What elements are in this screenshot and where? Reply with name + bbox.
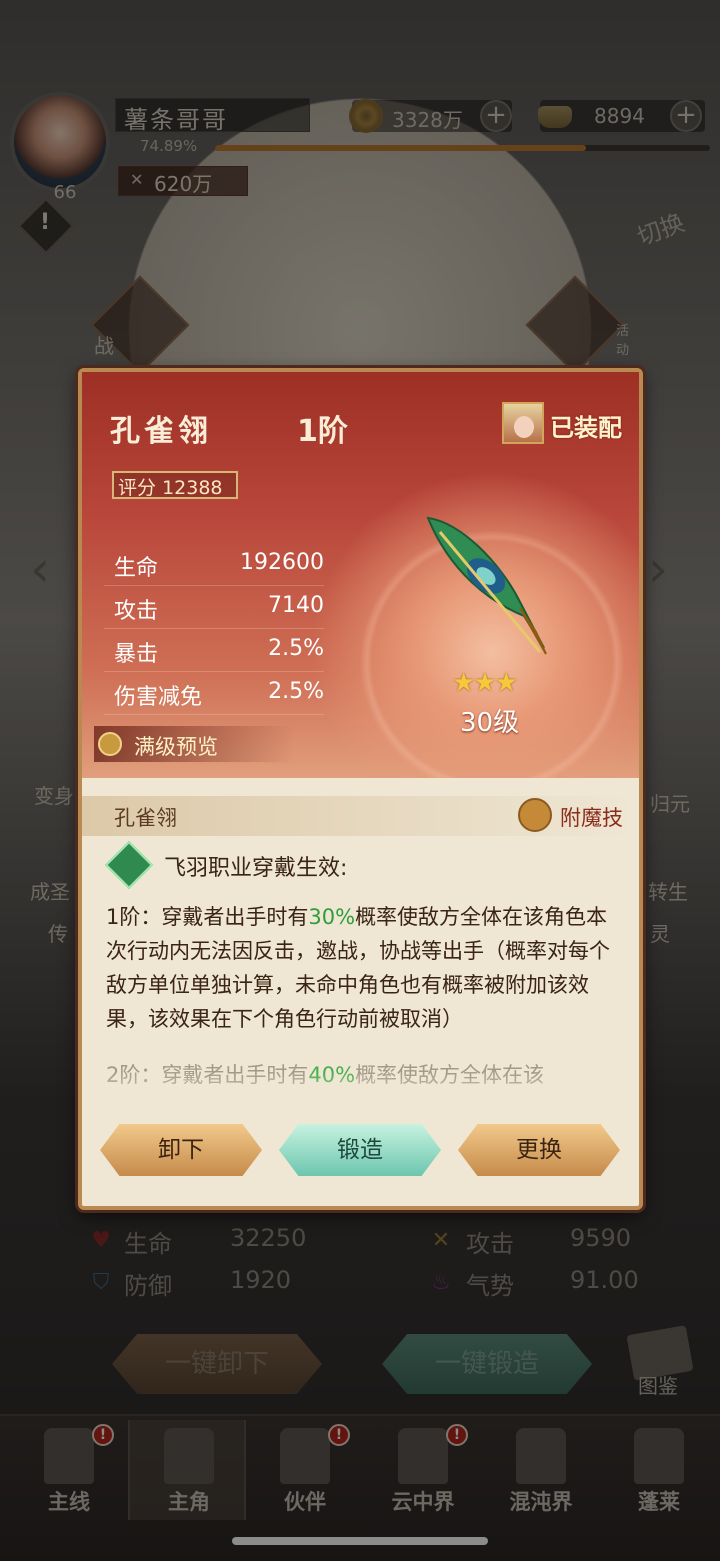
equipped-status: 已装配 (550, 414, 622, 442)
stat-value: 192600 (240, 550, 324, 575)
unequip-button[interactable]: 卸下 (100, 1124, 262, 1176)
max-level-preview-label[interactable]: 满级预览 (134, 731, 218, 761)
skill-rank1-text: 1阶：穿戴者出手时有30%概率使敌方全体在该角色本次行动内无法因反击，邀战，协战… (106, 900, 626, 1036)
skill-rank1-percent: 30% (308, 905, 356, 929)
star-rating: ★★★ (452, 668, 518, 698)
item-level: 30级 (460, 708, 520, 738)
stat-name: 暴击 (114, 642, 159, 667)
magnifier-icon (98, 732, 122, 756)
stat-name: 生命 (114, 556, 159, 581)
stat-row: 生命 192600 (104, 544, 324, 586)
scroll-fade (82, 1072, 639, 1112)
stat-value: 2.5% (268, 679, 324, 704)
item-rank: 1阶 (297, 414, 348, 449)
owner-avatar (502, 402, 544, 444)
score-label: 评分 (118, 477, 157, 499)
skill-rank1-prefix: 1阶：穿戴者出手时有 (106, 905, 309, 929)
stat-name: 攻击 (114, 599, 159, 624)
enchant-label[interactable]: 附魔技 (560, 802, 623, 832)
stat-row: 暴击 2.5% (104, 630, 324, 672)
peacock-feather-icon (426, 516, 547, 655)
equipment-dialog: 孔雀翎 1阶 已装配 评分 12388 生命 192600 攻击 7140 暴击… (78, 368, 643, 1210)
stat-name: 伤害减免 (114, 685, 203, 710)
stat-row: 伤害减免 2.5% (104, 673, 324, 715)
score-value: 12388 (162, 477, 223, 499)
section-title: 孔雀翎 (114, 806, 177, 830)
enchant-icon[interactable] (518, 798, 552, 832)
stat-row: 攻击 7140 (104, 587, 324, 629)
replace-button[interactable]: 更换 (458, 1124, 620, 1176)
forge-button[interactable]: 锻造 (279, 1124, 441, 1176)
feather-class-icon (104, 840, 154, 890)
stat-value: 2.5% (268, 636, 324, 661)
score-text: 评分 12388 (118, 473, 223, 500)
owner-face (514, 416, 534, 438)
stat-value: 7140 (268, 593, 324, 618)
item-name: 孔雀翎 (110, 414, 212, 449)
skill-header: 飞羽职业穿戴生效: (164, 856, 348, 881)
